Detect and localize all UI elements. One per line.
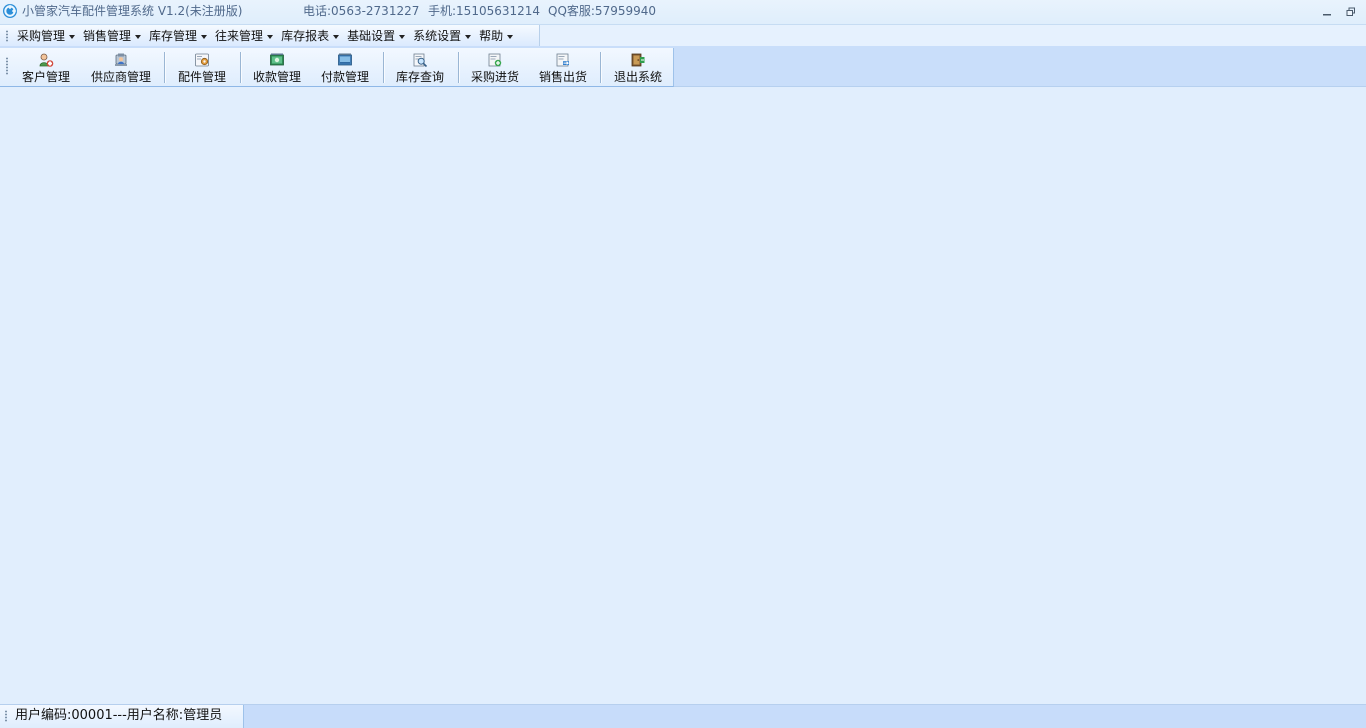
menu-label: 帮助 [479,29,504,43]
chevron-down-icon [135,34,142,39]
toolbar-label: 收款管理 [252,70,301,84]
toolbar-label: 付款管理 [320,70,369,84]
toolbar-label: 供应商管理 [90,70,151,84]
menu-accounts-management[interactable]: 往来管理 [212,25,275,46]
toolbar-label: 退出系统 [613,70,662,84]
receipt-icon [270,53,284,66]
menu-sales-management[interactable]: 销售管理 [80,25,143,46]
toolbar-label: 销售出货 [538,70,587,84]
parts-icon [195,53,209,67]
menu-purchase-management[interactable]: 采购管理 [14,25,77,46]
chevron-down-icon [267,34,274,39]
menu-strip: 采购管理 销售管理 库存管理 往来管理 库存报表 基础设置 系统设置 帮助 [0,25,540,46]
supplier-icon [115,53,127,66]
exit-icon [631,53,645,67]
restore-icon [1346,7,1355,16]
menu-bar: 采购管理 销售管理 库存管理 往来管理 库存报表 基础设置 系统设置 帮助 [0,25,1366,46]
phone-info: 电话:0563-2731227 [303,4,420,18]
menu-label: 基础设置 [347,29,396,43]
payment-management-button[interactable]: 付款管理 [315,50,375,84]
main-toolbar: 客户管理 供应商管理 配件管理 收款管理 付款管理 库存查询 采购进货 销售出货… [0,48,674,87]
purchase-inbound-button[interactable]: 采购进货 [465,50,525,84]
menu-system-settings[interactable]: 系统设置 [410,25,473,46]
toolbar-label: 库存查询 [395,70,444,84]
toolbar-separator [383,52,384,83]
toolbar-label: 采购进货 [470,70,519,84]
chevron-down-icon [507,34,514,39]
chevron-down-icon [465,34,472,39]
menu-grip[interactable] [6,30,8,42]
title-bar: 小管家汽车配件管理系统 V1.2(未注册版) 电话:0563-2731227 手… [0,0,1366,25]
parts-management-button[interactable]: 配件管理 [172,50,232,84]
menu-label: 往来管理 [215,29,264,43]
window-title: 小管家汽车配件管理系统 V1.2(未注册版) [22,4,243,18]
chevron-down-icon [333,34,340,39]
menu-basic-settings[interactable]: 基础设置 [344,25,407,46]
menu-inventory-reports[interactable]: 库存报表 [278,25,341,46]
toolbar-separator [458,52,459,83]
sales-outbound-button[interactable]: 销售出货 [533,50,593,84]
app-logo-icon [3,4,17,18]
purchase-inbound-icon [488,53,502,67]
restore-button[interactable] [1342,3,1360,19]
status-bar: 用户编码:00001---用户名称:管理员 [0,704,1366,728]
toolbar-area: 客户管理 供应商管理 配件管理 收款管理 付款管理 库存查询 采购进货 销售出货… [0,46,1366,87]
qq-info: QQ客服:57959940 [548,4,657,18]
minimize-icon [1323,14,1331,16]
inventory-search-button[interactable]: 库存查询 [389,50,451,84]
toolbar-separator [164,52,165,83]
payment-icon [338,53,352,66]
sales-outbound-icon [556,53,569,67]
minimize-button[interactable] [1318,3,1336,19]
window-controls [1318,3,1360,19]
chevron-down-icon [399,34,406,39]
menu-label: 系统设置 [413,29,462,43]
status-grip[interactable] [5,710,7,722]
supplier-management-button[interactable]: 供应商管理 [84,50,158,84]
menu-label: 库存管理 [149,29,198,43]
chevron-down-icon [69,34,76,39]
menu-help[interactable]: 帮助 [476,25,515,46]
toolbar-label: 客户管理 [21,70,70,84]
menu-label: 销售管理 [83,29,132,43]
toolbar-grip[interactable] [6,57,8,75]
customer-management-button[interactable]: 客户管理 [16,50,76,84]
status-user-info: 用户编码:00001---用户名称:管理员 [15,708,223,723]
toolbar-separator [240,52,241,83]
inventory-search-icon [413,53,428,68]
workspace [0,87,1366,704]
receipt-management-button[interactable]: 收款管理 [247,50,307,84]
toolbar-separator [600,52,601,83]
customer-icon [39,53,54,67]
menu-inventory-management[interactable]: 库存管理 [146,25,209,46]
menu-label: 采购管理 [17,29,66,43]
menu-items: 采购管理 销售管理 库存管理 往来管理 库存报表 基础设置 系统设置 帮助 [14,25,518,46]
status-strip: 用户编码:00001---用户名称:管理员 [0,705,244,728]
chevron-down-icon [201,34,208,39]
exit-system-button[interactable]: 退出系统 [607,50,669,84]
menu-label: 库存报表 [281,29,330,43]
toolbar-label: 配件管理 [177,70,226,84]
mobile-info: 手机:15105631214 [428,4,541,18]
